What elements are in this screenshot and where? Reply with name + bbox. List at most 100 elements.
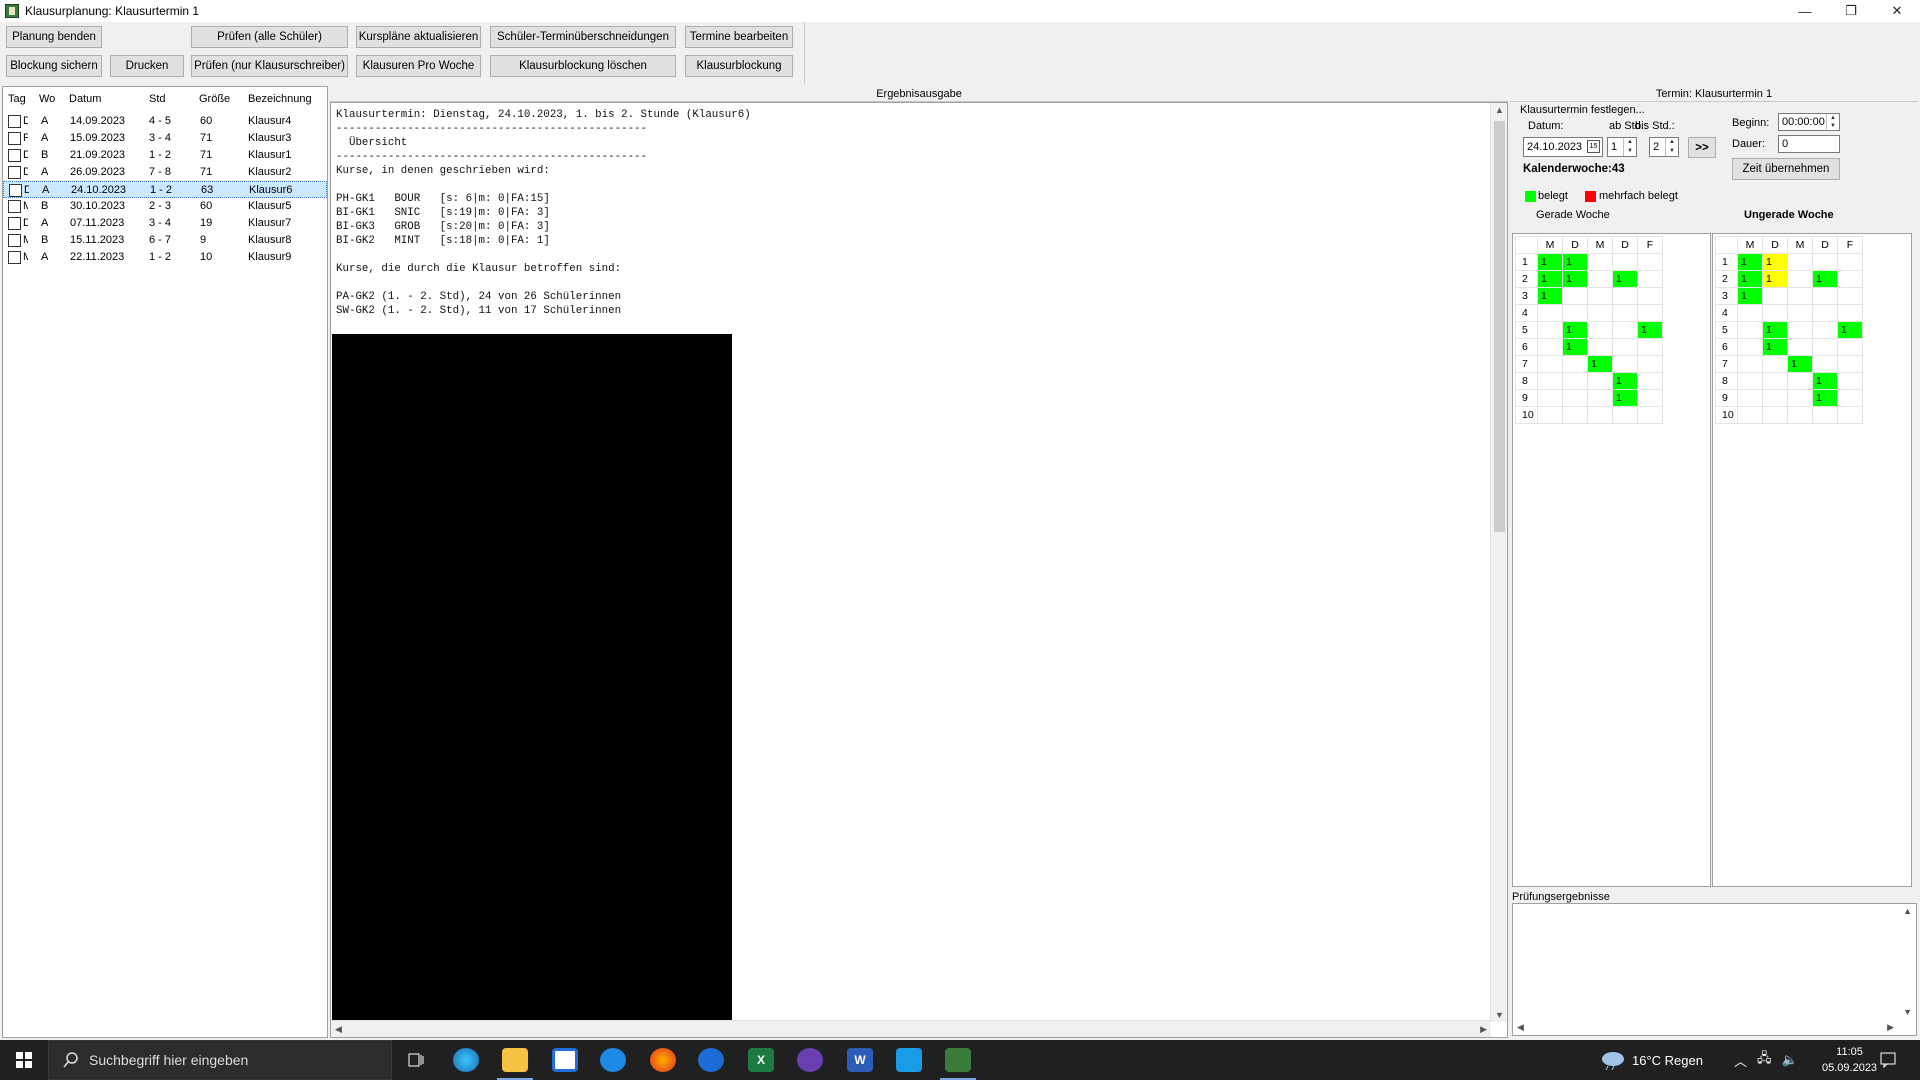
row-checkbox[interactable] bbox=[8, 132, 21, 145]
row-checkbox[interactable] bbox=[8, 149, 21, 162]
row-checkbox[interactable] bbox=[8, 251, 21, 264]
calendar-icon[interactable]: 15 bbox=[1587, 140, 1600, 153]
week-slot bbox=[1787, 389, 1813, 407]
list-row[interactable]: D B 21.09.2023 1 - 2 71 Klausur1 bbox=[3, 147, 327, 164]
list-row[interactable]: D A 24.10.2023 1 - 2 63 Klausur6 bbox=[3, 181, 327, 198]
output-vertical-scrollbar[interactable]: ▲ ▼ bbox=[1490, 103, 1507, 1022]
week-slot bbox=[1562, 372, 1588, 390]
scroll-down-icon[interactable]: ▼ bbox=[1495, 1010, 1504, 1020]
klausurblockung-loeschen-button[interactable]: Klausurblockung löschen bbox=[490, 55, 676, 77]
period-number: 5 bbox=[1515, 321, 1538, 339]
thunderbird-icon[interactable] bbox=[600, 1048, 626, 1072]
datum-picker[interactable]: 24.10.2023 15 bbox=[1523, 137, 1603, 157]
show-hidden-icons-icon[interactable]: ︿ bbox=[1734, 1051, 1747, 1070]
task-view-icon[interactable] bbox=[403, 1048, 429, 1072]
results-scroll-up-icon[interactable]: ▲ bbox=[1903, 906, 1912, 916]
scroll-left-icon[interactable]: ◀ bbox=[335, 1024, 342, 1035]
week-slot: 1 bbox=[1562, 270, 1588, 288]
cell-std: 1 - 2 bbox=[150, 184, 173, 196]
edge-icon[interactable] bbox=[453, 1048, 479, 1072]
apply-time-button[interactable]: >> bbox=[1688, 137, 1716, 158]
list-row[interactable]: M B 15.11.2023 6 - 7 9 Klausur8 bbox=[3, 232, 327, 249]
mail-client-icon[interactable] bbox=[698, 1048, 724, 1072]
cell-tag: F bbox=[23, 132, 28, 144]
kursplaene-aktualisieren-button[interactable]: Kurspläne aktualisieren bbox=[356, 26, 481, 48]
row-checkbox[interactable] bbox=[8, 234, 21, 247]
list-row[interactable]: D A 07.11.2023 3 - 4 19 Klausur7 bbox=[3, 215, 327, 232]
pruefen-alle-button[interactable]: Prüfen (alle Schüler) bbox=[191, 26, 348, 48]
list-row[interactable]: D A 26.09.2023 7 - 8 71 Klausur2 bbox=[3, 164, 327, 181]
beginn-field[interactable]: 00:00:00 ▲ ▼ bbox=[1778, 113, 1840, 131]
header-wo[interactable]: Wo bbox=[39, 93, 55, 105]
results-scroll-down-icon[interactable]: ▼ bbox=[1903, 1007, 1912, 1017]
row-checkbox[interactable] bbox=[9, 184, 22, 197]
row-checkbox[interactable] bbox=[8, 115, 21, 128]
ab-std-spin-icon[interactable]: ▲ ▼ bbox=[1623, 138, 1636, 156]
results-scroll-right-icon[interactable]: ▶ bbox=[1887, 1022, 1894, 1033]
list-row[interactable]: M B 30.10.2023 2 - 3 60 Klausur5 bbox=[3, 198, 327, 215]
dauer-field[interactable]: 0 bbox=[1778, 135, 1840, 153]
list-row[interactable]: D A 14.09.2023 4 - 5 60 Klausur4 bbox=[3, 113, 327, 130]
header-std[interactable]: Std bbox=[149, 93, 166, 105]
scroll-right-icon[interactable]: ▶ bbox=[1480, 1024, 1487, 1035]
drucken-button[interactable]: Drucken bbox=[110, 55, 184, 77]
network-icon[interactable]: 🖧 bbox=[1757, 1049, 1772, 1071]
row-checkbox[interactable] bbox=[8, 166, 21, 179]
output-horizontal-scrollbar[interactable]: ◀ ▶ bbox=[331, 1020, 1491, 1037]
taskbar-search[interactable]: Suchbegriff hier eingeben bbox=[48, 1040, 392, 1080]
firefox-icon[interactable] bbox=[650, 1048, 676, 1072]
minimize-button[interactable]: — bbox=[1782, 0, 1828, 22]
day-header: F bbox=[1637, 236, 1663, 254]
scrollbar-thumb[interactable] bbox=[1494, 121, 1505, 532]
planung-beenden-button[interactable]: Planung benden bbox=[6, 26, 102, 48]
header-datum[interactable]: Datum bbox=[69, 93, 101, 105]
weather-widget[interactable]: 16°C Regen bbox=[1600, 1040, 1703, 1080]
period-number: 3 bbox=[1715, 287, 1738, 305]
beginn-spin-icon[interactable]: ▲ ▼ bbox=[1826, 114, 1839, 130]
week-slot: 1 bbox=[1762, 321, 1788, 339]
ergebnisausgabe-panel[interactable]: Klausurtermin: Dienstag, 24.10.2023, 1. … bbox=[330, 102, 1508, 1038]
cell-groesse: 71 bbox=[200, 166, 213, 178]
bis-std-spin-icon[interactable]: ▲ ▼ bbox=[1665, 138, 1678, 156]
row-checkbox[interactable] bbox=[8, 217, 21, 230]
week-slot bbox=[1837, 270, 1863, 288]
store-icon[interactable] bbox=[552, 1048, 578, 1072]
restore-button[interactable]: ❐ bbox=[1828, 0, 1874, 22]
pruefungsergebnisse-panel[interactable]: ▲ ▼ ◀ ▶ bbox=[1512, 903, 1917, 1036]
notification-icon[interactable] bbox=[1880, 1040, 1896, 1080]
file-explorer-icon[interactable] bbox=[502, 1048, 528, 1072]
cell-tag: M bbox=[23, 251, 28, 263]
close-button[interactable]: ✕ bbox=[1874, 0, 1920, 22]
remote-app-icon[interactable] bbox=[896, 1048, 922, 1072]
schueler-terminueberschneidungen-button[interactable]: Schüler-Terminüberschneidungen bbox=[490, 26, 676, 48]
header-tag[interactable]: Tag bbox=[8, 93, 26, 105]
word-icon[interactable]: W bbox=[847, 1048, 873, 1072]
media-app-icon[interactable] bbox=[797, 1048, 823, 1072]
week-slot: 1 bbox=[1587, 355, 1613, 373]
list-row[interactable]: F A 15.09.2023 3 - 4 71 Klausur3 bbox=[3, 130, 327, 147]
header-groesse[interactable]: Größe bbox=[199, 93, 230, 105]
ab-std-stepper[interactable]: 1 ▲ ▼ bbox=[1607, 137, 1637, 157]
row-checkbox[interactable] bbox=[8, 200, 21, 213]
volume-icon[interactable]: 🔈 bbox=[1782, 1052, 1798, 1068]
list-row[interactable]: M A 22.11.2023 1 - 2 10 Klausur9 bbox=[3, 249, 327, 266]
clock[interactable]: 11:05 05.09.2023 bbox=[1822, 1040, 1877, 1080]
klausuren-pro-woche-button[interactable]: Klausuren Pro Woche bbox=[356, 55, 481, 77]
scroll-up-icon[interactable]: ▲ bbox=[1495, 105, 1504, 115]
results-scroll-left-icon[interactable]: ◀ bbox=[1517, 1022, 1524, 1033]
excel-icon[interactable]: X bbox=[748, 1048, 774, 1072]
pruefen-klausurschreiber-button[interactable]: Prüfen (nur Klausurschreiber) bbox=[191, 55, 348, 77]
week-slot bbox=[1587, 287, 1613, 305]
header-bezeichnung[interactable]: Bezeichnung bbox=[248, 93, 312, 105]
klausurplanung-app-icon[interactable] bbox=[945, 1048, 971, 1072]
blockung-sichern-button[interactable]: Blockung sichern bbox=[6, 55, 102, 77]
zeit-uebernehmen-button[interactable]: Zeit übernehmen bbox=[1732, 158, 1840, 180]
bis-std-stepper[interactable]: 2 ▲ ▼ bbox=[1649, 137, 1679, 157]
period-number: 6 bbox=[1715, 338, 1738, 356]
start-button[interactable] bbox=[0, 1040, 48, 1080]
cell-std: 7 - 8 bbox=[149, 166, 172, 178]
klausurblockung-button[interactable]: Klausurblockung bbox=[685, 55, 793, 77]
termine-bearbeiten-button[interactable]: Termine bearbeiten bbox=[685, 26, 793, 48]
day-header: F bbox=[1837, 236, 1863, 254]
week-slot bbox=[1787, 338, 1813, 356]
